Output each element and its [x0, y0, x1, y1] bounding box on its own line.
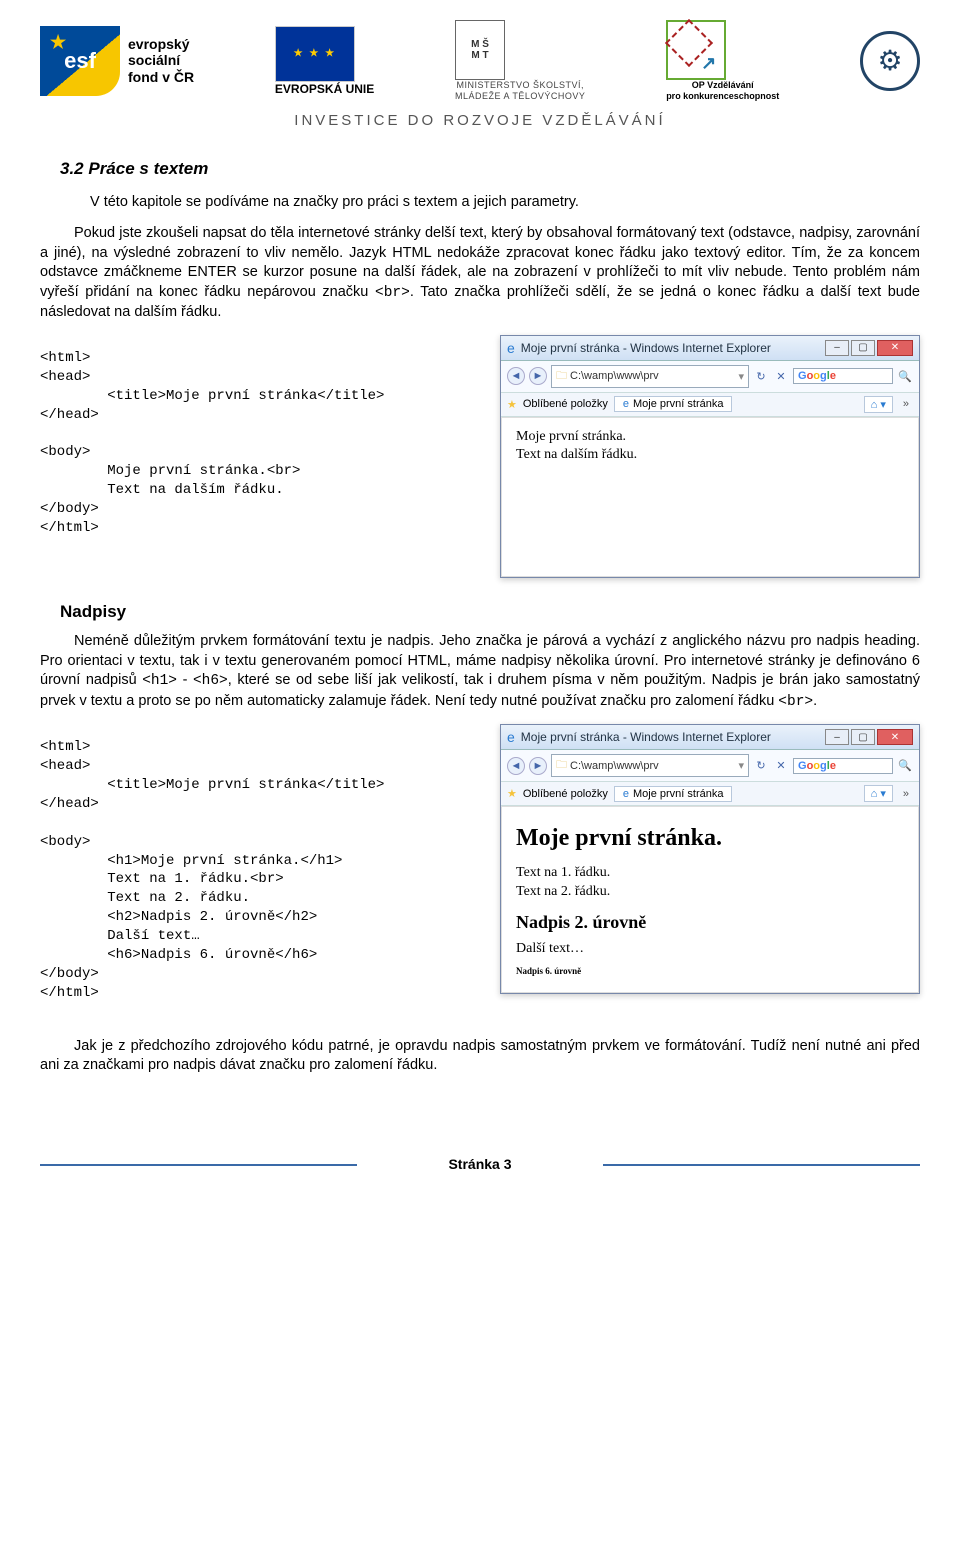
- search-box[interactable]: Google: [793, 758, 893, 774]
- browser1-line2: Text na dalším řádku.: [516, 446, 904, 464]
- browser-screenshot-1: e Moje první stránka - Windows Internet …: [500, 335, 920, 578]
- stop-icon[interactable]: ✕: [773, 368, 789, 384]
- intro-paragraph: V této kapitole se podíváme na značky pr…: [90, 193, 920, 213]
- browser-screenshot-2: e Moje první stránka - Windows Internet …: [500, 724, 920, 994]
- forward-button[interactable]: ►: [529, 367, 547, 385]
- dropdown-icon[interactable]: ▾: [738, 370, 744, 383]
- ie-tab-icon: e: [623, 398, 629, 410]
- code-block-2: <html> <head> <title>Moje první stránka<…: [40, 738, 480, 1002]
- browser2-content: Moje první stránka. Text na 1. řádku. Te…: [501, 806, 919, 993]
- op-logo-block: OP Vzdělávání pro konkurenceschopnost: [666, 20, 779, 102]
- msmt-logo-block: M ŠM T MINISTERSTVO ŠKOLSTVÍ, MLÁDEŽE A …: [455, 20, 585, 102]
- back-button[interactable]: ◄: [507, 367, 525, 385]
- browser2-tab-label: Moje první stránka: [633, 788, 723, 800]
- browser1-line1: Moje první stránka.: [516, 428, 904, 446]
- eu-flag-icon: [275, 26, 355, 82]
- page-number: Stránka 3: [448, 1156, 511, 1172]
- folder-icon: 🗀: [556, 367, 567, 386]
- refresh-icon[interactable]: ↻: [753, 758, 769, 774]
- subsection-heading-nadpisy: Nadpisy: [60, 602, 920, 622]
- rendered-line1: Text na 1. řádku.: [516, 864, 904, 882]
- toolbar-more-icon[interactable]: »: [899, 788, 913, 800]
- address-bar[interactable]: 🗀 C:\wamp\www\prv ▾: [551, 365, 749, 388]
- close-button[interactable]: ✕: [877, 340, 913, 356]
- paragraph-2-text-c: .: [813, 693, 817, 709]
- browser1-titlebar: e Moje první stránka - Windows Internet …: [501, 336, 919, 361]
- browser1-tab-label: Moje první stránka: [633, 398, 723, 410]
- msmt-text-1: MINISTERSTVO ŠKOLSTVÍ,: [455, 80, 585, 91]
- rendered-h6: Nadpis 6. úrovně: [516, 966, 904, 978]
- inline-code-h6: <h6>: [193, 673, 228, 689]
- maximize-button[interactable]: ▢: [851, 729, 875, 745]
- esf-logo-text: evropský sociální fond v ČR: [128, 36, 194, 86]
- inline-code-h1: <h1>: [142, 673, 177, 689]
- browser2-titlebar: e Moje první stránka - Windows Internet …: [501, 725, 919, 750]
- rendered-h2: Nadpis 2. úrovně: [516, 911, 904, 934]
- rendered-h1: Moje první stránka.: [516, 823, 904, 854]
- browser2-title: Moje první stránka - Windows Internet Ex…: [521, 730, 819, 744]
- esf-logo-icon: esf: [40, 26, 120, 96]
- forward-button[interactable]: ►: [529, 757, 547, 775]
- address-bar[interactable]: 🗀 C:\wamp\www\prv ▾: [551, 754, 749, 777]
- toolbar-more-icon[interactable]: »: [899, 398, 913, 410]
- paragraph-1: Pokud jste zkoušeli napsat do těla inter…: [40, 224, 920, 323]
- favorites-star-icon[interactable]: ★: [507, 398, 517, 411]
- op-logo-icon: [666, 20, 726, 80]
- ie-icon: e: [507, 729, 515, 745]
- ie-tab-icon: e: [623, 788, 629, 800]
- eu-logo-block: EVROPSKÁ UNIE: [275, 26, 374, 96]
- header-logo-row: esf evropský sociální fond v ČR EVROPSKÁ…: [40, 20, 920, 102]
- msmt-text-2: MLÁDEŽE A TĚLOVÝCHOVY: [455, 91, 585, 102]
- browser1-favbar: ★ Oblíbené položky e Moje první stránka …: [501, 393, 919, 417]
- refresh-icon[interactable]: ↻: [753, 368, 769, 384]
- section-heading: 3.2 Práce s textem: [60, 159, 920, 179]
- browser1-tab[interactable]: e Moje první stránka: [614, 396, 733, 412]
- browser2-favbar: ★ Oblíbené položky e Moje první stránka …: [501, 782, 919, 806]
- favorites-star-icon[interactable]: ★: [507, 787, 517, 800]
- eu-label: EVROPSKÁ UNIE: [275, 82, 374, 96]
- favorites-label[interactable]: Oblíbené položky: [523, 788, 608, 800]
- stop-icon[interactable]: ✕: [773, 758, 789, 774]
- search-icon[interactable]: 🔍: [897, 368, 913, 384]
- back-button[interactable]: ◄: [507, 757, 525, 775]
- paragraph-2: Neméně důležitým prvkem formátování text…: [40, 632, 920, 712]
- url-text: C:\wamp\www\prv: [570, 760, 659, 772]
- op-text-2: pro konkurenceschopnost: [666, 91, 779, 102]
- browser2-toolbar: ◄ ► 🗀 C:\wamp\www\prv ▾ ↻ ✕ Google 🔍: [501, 750, 919, 782]
- window-buttons: – ▢ ✕: [825, 729, 913, 745]
- dropdown-icon[interactable]: ▾: [738, 759, 744, 772]
- minimize-button[interactable]: –: [825, 340, 849, 356]
- browser1-toolbar: ◄ ► 🗀 C:\wamp\www\prv ▾ ↻ ✕ Google 🔍: [501, 361, 919, 393]
- home-button[interactable]: ⌂ ▾: [864, 785, 893, 802]
- home-button[interactable]: ⌂ ▾: [864, 396, 893, 413]
- rendered-line2: Text na 2. řádku.: [516, 883, 904, 901]
- folder-icon: 🗀: [556, 756, 567, 775]
- browser2-tab[interactable]: e Moje první stránka: [614, 786, 733, 802]
- paragraph-2-dash: -: [177, 672, 193, 688]
- inline-code-br-1: <br>: [375, 285, 410, 301]
- op-text-1: OP Vzdělávání: [666, 80, 779, 91]
- close-button[interactable]: ✕: [877, 729, 913, 745]
- msmt-logo-icon: M ŠM T: [455, 20, 505, 80]
- favorites-label[interactable]: Oblíbené položky: [523, 398, 608, 410]
- ie-icon: e: [507, 340, 515, 356]
- maximize-button[interactable]: ▢: [851, 340, 875, 356]
- rendered-line3: Další text…: [516, 940, 904, 958]
- search-box[interactable]: Google: [793, 368, 893, 384]
- search-icon[interactable]: 🔍: [897, 758, 913, 774]
- school-gear-logo-icon: [860, 31, 920, 91]
- code-block-1: <html> <head> <title>Moje první stránka<…: [40, 349, 480, 538]
- browser1-title: Moje první stránka - Windows Internet Ex…: [521, 341, 819, 355]
- page-footer: Stránka 3: [40, 1156, 920, 1172]
- minimize-button[interactable]: –: [825, 729, 849, 745]
- paragraph-3: Jak je z předchozího zdrojového kódu pat…: [40, 1037, 920, 1076]
- inline-code-br-2: <br>: [778, 694, 813, 710]
- window-buttons: – ▢ ✕: [825, 340, 913, 356]
- browser1-content: Moje první stránka. Text na dalším řádku…: [501, 417, 919, 577]
- url-text: C:\wamp\www\prv: [570, 370, 659, 382]
- esf-logo-block: esf evropský sociální fond v ČR: [40, 26, 194, 96]
- header-tagline: INVESTICE DO ROZVOJE VZDĚLÁVÁNÍ: [40, 112, 920, 129]
